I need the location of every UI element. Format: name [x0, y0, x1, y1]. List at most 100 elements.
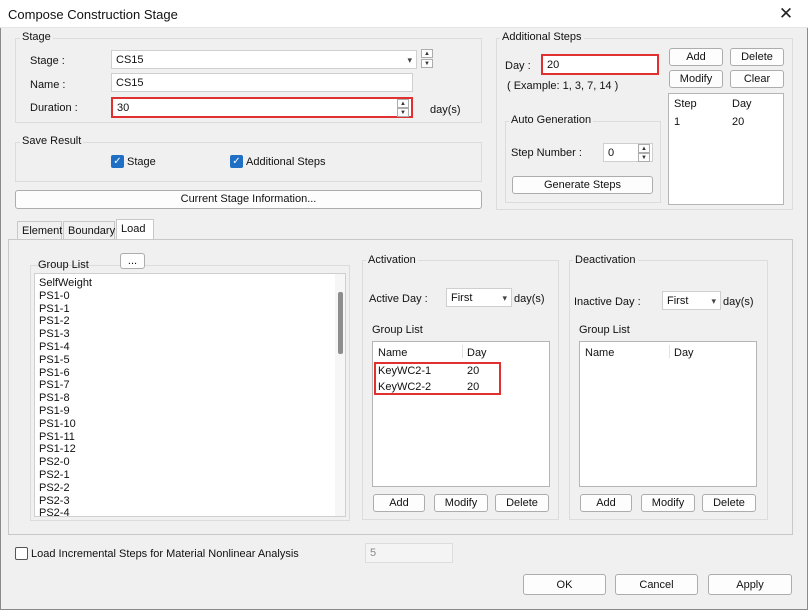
steps-row-step[interactable]: 1	[674, 116, 680, 128]
step-number-spin-up[interactable]: ▲	[638, 144, 650, 153]
group-list-item[interactable]: PS1-5	[39, 354, 92, 367]
group-list-item[interactable]: PS2-1	[39, 469, 92, 482]
duration-value: 30	[117, 102, 130, 114]
activation-delete-button[interactable]: Delete	[495, 494, 549, 512]
inactive-day-value: First	[667, 295, 689, 307]
current-stage-info-button[interactable]: Current Stage Information...	[15, 190, 482, 209]
incremental-steps-field[interactable]: 5	[365, 543, 453, 563]
group-list-scrollbar[interactable]	[335, 274, 345, 516]
chevron-down-icon: ▾	[711, 296, 716, 306]
inactive-day-unit: day(s)	[723, 296, 754, 308]
day-label: Day :	[505, 60, 531, 72]
activation-row-name[interactable]: KeyWC2-2	[378, 381, 431, 393]
group-list[interactable]: SelfWeight PS1-0 PS1-1 PS1-2 PS1-3 PS1-4 PS1-5…	[34, 273, 346, 517]
steps-row-day[interactable]: 20	[732, 116, 744, 128]
group-list-item[interactable]: PS1-12	[39, 443, 92, 456]
group-list-item[interactable]: PS2-4	[39, 507, 92, 516]
save-stage-label: Stage	[127, 156, 156, 168]
day-field[interactable]: 20	[541, 54, 659, 75]
deactivation-list[interactable]: Name Day	[579, 341, 757, 487]
cancel-button[interactable]: Cancel	[615, 574, 698, 595]
step-number-label: Step Number :	[511, 147, 582, 159]
step-number-spin-down[interactable]: ▼	[638, 153, 650, 162]
group-list-more-button[interactable]: ...	[120, 253, 145, 269]
group-list-item[interactable]: PS1-2	[39, 315, 92, 328]
incremental-checkbox[interactable]	[15, 547, 28, 560]
window-title: Compose Construction Stage	[8, 7, 178, 22]
group-list-label: Group List	[38, 259, 89, 271]
close-icon[interactable]: ✕	[772, 3, 800, 25]
stage-group-label: Stage	[20, 31, 53, 43]
additional-steps-label: Additional Steps	[500, 31, 584, 43]
duration-unit: day(s)	[430, 104, 461, 116]
tab-boundary[interactable]: Boundary	[63, 221, 115, 239]
clear-steps-button[interactable]: Clear	[730, 70, 784, 88]
inactive-day-combo[interactable]: First ▾	[662, 291, 721, 310]
chevron-down-icon: ▾	[407, 55, 412, 65]
active-day-label: Active Day :	[369, 293, 428, 305]
ok-button[interactable]: OK	[523, 574, 606, 595]
activation-row-day[interactable]: 20	[467, 365, 479, 377]
group-list-item[interactable]: PS1-10	[39, 418, 92, 431]
modify-step-button[interactable]: Modify	[669, 70, 723, 88]
generate-steps-button[interactable]: Generate Steps	[512, 176, 653, 194]
group-list-item[interactable]: PS1-6	[39, 367, 92, 380]
group-list-item[interactable]: PS1-11	[39, 431, 92, 444]
active-day-unit: day(s)	[514, 293, 545, 305]
stage-combo[interactable]: CS15 ▾	[111, 50, 417, 69]
deactivation-label: Deactivation	[573, 254, 638, 266]
stage-combo-value: CS15	[116, 54, 144, 66]
group-list-item[interactable]: PS1-3	[39, 328, 92, 341]
name-field[interactable]: CS15	[111, 73, 413, 92]
deactivation-delete-button[interactable]: Delete	[702, 494, 756, 512]
activation-row-day[interactable]: 20	[467, 381, 479, 393]
group-list-item[interactable]: PS1-8	[39, 392, 92, 405]
chevron-down-icon: ▾	[502, 293, 507, 303]
active-day-value: First	[451, 292, 473, 304]
day-value: 20	[547, 59, 560, 71]
deactivation-modify-button[interactable]: Modify	[641, 494, 695, 512]
tab-load[interactable]: Load	[116, 219, 154, 239]
duration-field[interactable]: 30	[111, 97, 413, 118]
save-stage-checkbox[interactable]: ✓	[111, 155, 124, 168]
group-list-item[interactable]: PS2-3	[39, 495, 92, 508]
group-list-item[interactable]: SelfWeight	[39, 277, 92, 290]
group-list-item[interactable]: PS2-2	[39, 482, 92, 495]
group-list-item[interactable]: PS1-1	[39, 303, 92, 316]
activation-row-name[interactable]: KeyWC2-1	[378, 365, 431, 377]
stage-spin-down[interactable]: ▼	[421, 59, 433, 68]
deactivation-col-day: Day	[674, 347, 694, 359]
save-additional-checkbox[interactable]: ✓	[230, 155, 243, 168]
group-list-item[interactable]: PS1-9	[39, 405, 92, 418]
stage-spin-up[interactable]: ▲	[421, 49, 433, 58]
activation-add-button[interactable]: Add	[373, 494, 425, 512]
group-list-item[interactable]: PS1-7	[39, 379, 92, 392]
group-list-scroll-thumb[interactable]	[338, 292, 343, 354]
group-list-item[interactable]: PS1-4	[39, 341, 92, 354]
delete-step-button[interactable]: Delete	[730, 48, 784, 66]
active-day-combo[interactable]: First ▾	[446, 288, 512, 307]
apply-button[interactable]: Apply	[708, 574, 792, 595]
group-list-rows: SelfWeight PS1-0 PS1-1 PS1-2 PS1-3 PS1-4 PS1-5…	[39, 277, 92, 516]
activation-label: Activation	[366, 254, 418, 266]
activation-col-day: Day	[467, 347, 487, 359]
group-list-item[interactable]: PS2-0	[39, 456, 92, 469]
steps-col-day: Day	[732, 98, 752, 110]
auto-generation-label: Auto Generation	[509, 114, 594, 126]
deactivation-add-button[interactable]: Add	[580, 494, 632, 512]
activation-col-name: Name	[378, 347, 408, 359]
inactive-day-label: Inactive Day :	[574, 296, 641, 308]
duration-label: Duration :	[30, 102, 78, 114]
steps-list[interactable]: Step Day 1 20	[668, 93, 784, 205]
deactivation-col-divider	[669, 345, 670, 358]
duration-spin-down[interactable]: ▼	[397, 108, 409, 117]
add-step-button[interactable]: Add	[669, 48, 723, 66]
group-list-item[interactable]: PS1-0	[39, 290, 92, 303]
save-result-label: Save Result	[20, 135, 84, 147]
tab-element[interactable]: Element	[17, 221, 62, 239]
stage-label: Stage :	[30, 55, 65, 67]
activation-modify-button[interactable]: Modify	[434, 494, 488, 512]
save-additional-label: Additional Steps	[246, 156, 326, 168]
duration-spin-up[interactable]: ▲	[397, 99, 409, 108]
steps-col-step: Step	[674, 98, 697, 110]
